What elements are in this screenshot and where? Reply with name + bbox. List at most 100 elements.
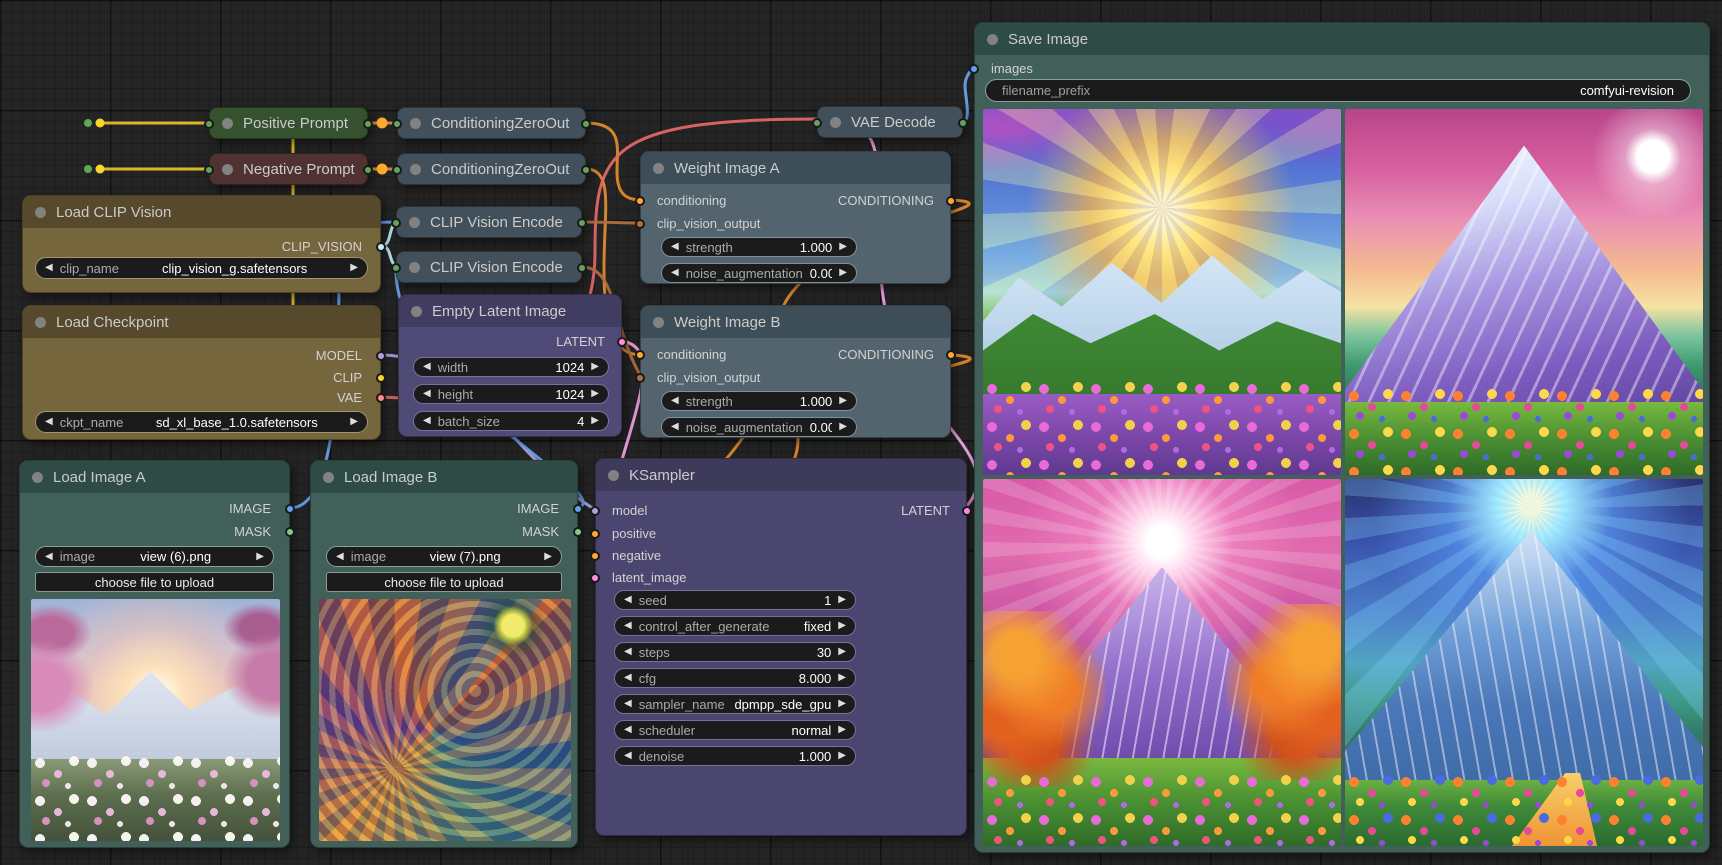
node-titlebar[interactable]: KSampler	[596, 459, 966, 491]
cfg-widget[interactable]: ◀ cfg 8.000 ▶	[614, 668, 856, 688]
decrement-arrow-icon[interactable]: ◀	[624, 725, 632, 735]
load-image-a-preview[interactable]	[31, 599, 280, 841]
height-widget[interactable]: ◀ height 1024 ▶	[413, 384, 609, 404]
node-save-image[interactable]: Save Image images filename_prefix comfyu…	[974, 22, 1710, 853]
increment-arrow-icon[interactable]: ▶	[591, 416, 599, 426]
collapse-indicator-icon[interactable]	[35, 317, 46, 328]
node-titlebar[interactable]: Load Image B	[311, 461, 577, 493]
output-slot-dot[interactable]	[376, 393, 386, 403]
increment-arrow-icon[interactable]: ▶	[838, 595, 846, 605]
increment-arrow-icon[interactable]: ▶	[591, 362, 599, 372]
output-slot-dot[interactable]	[577, 218, 587, 228]
decrement-arrow-icon[interactable]: ◀	[423, 362, 431, 372]
collapse-indicator-icon[interactable]	[409, 217, 420, 228]
clip-name-widget[interactable]: ◀ clip_name clip_vision_g.safetensors ▶	[35, 257, 368, 279]
noise-augmentation-widget[interactable]: ◀ noise_augmentation 0.000 ▶	[661, 263, 857, 283]
image-file-widget[interactable]: ◀ image view (6).png ▶	[35, 546, 274, 567]
decrement-arrow-icon[interactable]: ◀	[45, 417, 53, 427]
widget-value[interactable]: 4	[507, 414, 584, 429]
input-slot-dot[interactable]	[969, 64, 979, 74]
node-titlebar[interactable]: Load Checkpoint	[23, 306, 380, 338]
decrement-arrow-icon[interactable]: ◀	[671, 268, 679, 278]
generated-image-4[interactable]	[1345, 479, 1703, 846]
output-slot-dot[interactable]	[581, 119, 591, 129]
input-slot-dot[interactable]	[204, 119, 214, 129]
generated-image-1[interactable]	[983, 109, 1341, 475]
increment-arrow-icon[interactable]: ▶	[839, 422, 847, 432]
load-image-b-preview[interactable]	[319, 599, 571, 841]
output-slot-dot[interactable]	[573, 527, 583, 537]
output-slot-dot[interactable]	[573, 504, 583, 514]
node-graph-canvas[interactable]: Positive Prompt Negative Prompt Conditio…	[0, 0, 1722, 865]
decrement-arrow-icon[interactable]: ◀	[671, 396, 679, 406]
output-slot-dot[interactable]	[285, 504, 295, 514]
increment-arrow-icon[interactable]: ▶	[838, 699, 846, 709]
node-titlebar[interactable]: Load Image A	[20, 461, 289, 493]
generated-image-2[interactable]	[1345, 109, 1703, 475]
node-weight-image-a[interactable]: Weight Image A conditioning clip_vision_…	[640, 151, 951, 284]
increment-arrow-icon[interactable]: ▶	[838, 725, 846, 735]
node-titlebar[interactable]: Weight Image A	[641, 152, 950, 184]
node-load-clip-vision[interactable]: Load CLIP Vision CLIP_VISION ◀ clip_name…	[22, 195, 381, 293]
collapse-indicator-icon[interactable]	[608, 470, 619, 481]
increment-arrow-icon[interactable]: ▶	[838, 647, 846, 657]
output-slot-dot[interactable]	[376, 242, 386, 252]
decrement-arrow-icon[interactable]: ◀	[671, 422, 679, 432]
filename-prefix-widget[interactable]: filename_prefix comfyui-revision	[985, 79, 1691, 102]
output-slot-dot[interactable]	[376, 351, 386, 361]
output-slot-dot[interactable]	[962, 506, 972, 516]
node-conditioning-zero-out-2[interactable]: ConditioningZeroOut	[397, 153, 586, 185]
node-titlebar[interactable]: Load CLIP Vision	[23, 196, 380, 228]
collapse-indicator-icon[interactable]	[35, 207, 46, 218]
node-conditioning-zero-out-1[interactable]: ConditioningZeroOut	[397, 107, 586, 139]
increment-arrow-icon[interactable]: ▶	[839, 396, 847, 406]
increment-arrow-icon[interactable]: ▶	[838, 751, 846, 761]
output-slot-dot[interactable]	[285, 527, 295, 537]
widget-value[interactable]: 1.000	[740, 240, 833, 255]
increment-arrow-icon[interactable]: ▶	[350, 417, 358, 427]
widget-value[interactable]: view (7).png	[393, 549, 537, 564]
ckpt-name-widget[interactable]: ◀ ckpt_name sd_xl_base_1.0.safetensors ▶	[35, 411, 368, 433]
decrement-arrow-icon[interactable]: ◀	[624, 647, 632, 657]
choose-file-button[interactable]: choose file to upload	[35, 572, 274, 592]
collapse-indicator-icon[interactable]	[409, 262, 420, 273]
control-after-generate-widget[interactable]: ◀ control_after_generate fixed ▶	[614, 616, 856, 636]
widget-value[interactable]: 1.000	[740, 394, 833, 409]
node-titlebar[interactable]: Weight Image B	[641, 306, 950, 338]
decrement-arrow-icon[interactable]: ◀	[624, 673, 632, 683]
node-weight-image-b[interactable]: Weight Image B conditioning clip_vision_…	[640, 305, 951, 438]
increment-arrow-icon[interactable]: ▶	[544, 552, 552, 562]
input-slot-dot[interactable]	[391, 263, 401, 273]
output-slot-dot[interactable]	[617, 337, 627, 347]
sampler-name-widget[interactable]: ◀ sampler_name dpmpp_sde_gpu ▶	[614, 694, 856, 714]
input-slot-dot[interactable]	[635, 350, 645, 360]
increment-arrow-icon[interactable]: ▶	[838, 621, 846, 631]
decrement-arrow-icon[interactable]: ◀	[624, 621, 632, 631]
increment-arrow-icon[interactable]: ▶	[839, 242, 847, 252]
collapse-indicator-icon[interactable]	[987, 34, 998, 45]
node-load-checkpoint[interactable]: Load Checkpoint MODEL CLIP VAE ◀ ckpt_na…	[22, 305, 381, 440]
decrement-arrow-icon[interactable]: ◀	[45, 552, 53, 562]
input-slot-dot[interactable]	[590, 529, 600, 539]
denoise-widget[interactable]: ◀ denoise 1.000 ▶	[614, 746, 856, 766]
increment-arrow-icon[interactable]: ▶	[838, 673, 846, 683]
scheduler-widget[interactable]: ◀ scheduler normal ▶	[614, 720, 856, 740]
decrement-arrow-icon[interactable]: ◀	[336, 552, 344, 562]
widget-value[interactable]: sd_xl_base_1.0.safetensors	[130, 415, 343, 430]
widget-value[interactable]: 1024	[480, 387, 584, 402]
steps-widget[interactable]: ◀ steps 30 ▶	[614, 642, 856, 662]
input-slot-dot[interactable]	[590, 573, 600, 583]
output-slot-dot[interactable]	[363, 119, 373, 129]
node-load-image-b[interactable]: Load Image B IMAGE MASK ◀ image view (7)…	[310, 460, 578, 848]
noise-augmentation-widget[interactable]: ◀ noise_augmentation 0.000 ▶	[661, 417, 857, 437]
collapse-indicator-icon[interactable]	[32, 472, 43, 483]
collapse-indicator-icon[interactable]	[653, 163, 664, 174]
node-clip-vision-encode-2[interactable]: CLIP Vision Encode	[396, 251, 582, 283]
output-slot-dot[interactable]	[581, 165, 591, 175]
widget-value[interactable]: dpmpp_sde_gpu	[732, 697, 832, 712]
widget-value[interactable]: 8.000	[663, 671, 831, 686]
input-slot-dot[interactable]	[590, 506, 600, 516]
input-slot-dot[interactable]	[392, 165, 402, 175]
node-titlebar[interactable]: Empty Latent Image	[399, 295, 621, 327]
input-slot-dot[interactable]	[590, 551, 600, 561]
